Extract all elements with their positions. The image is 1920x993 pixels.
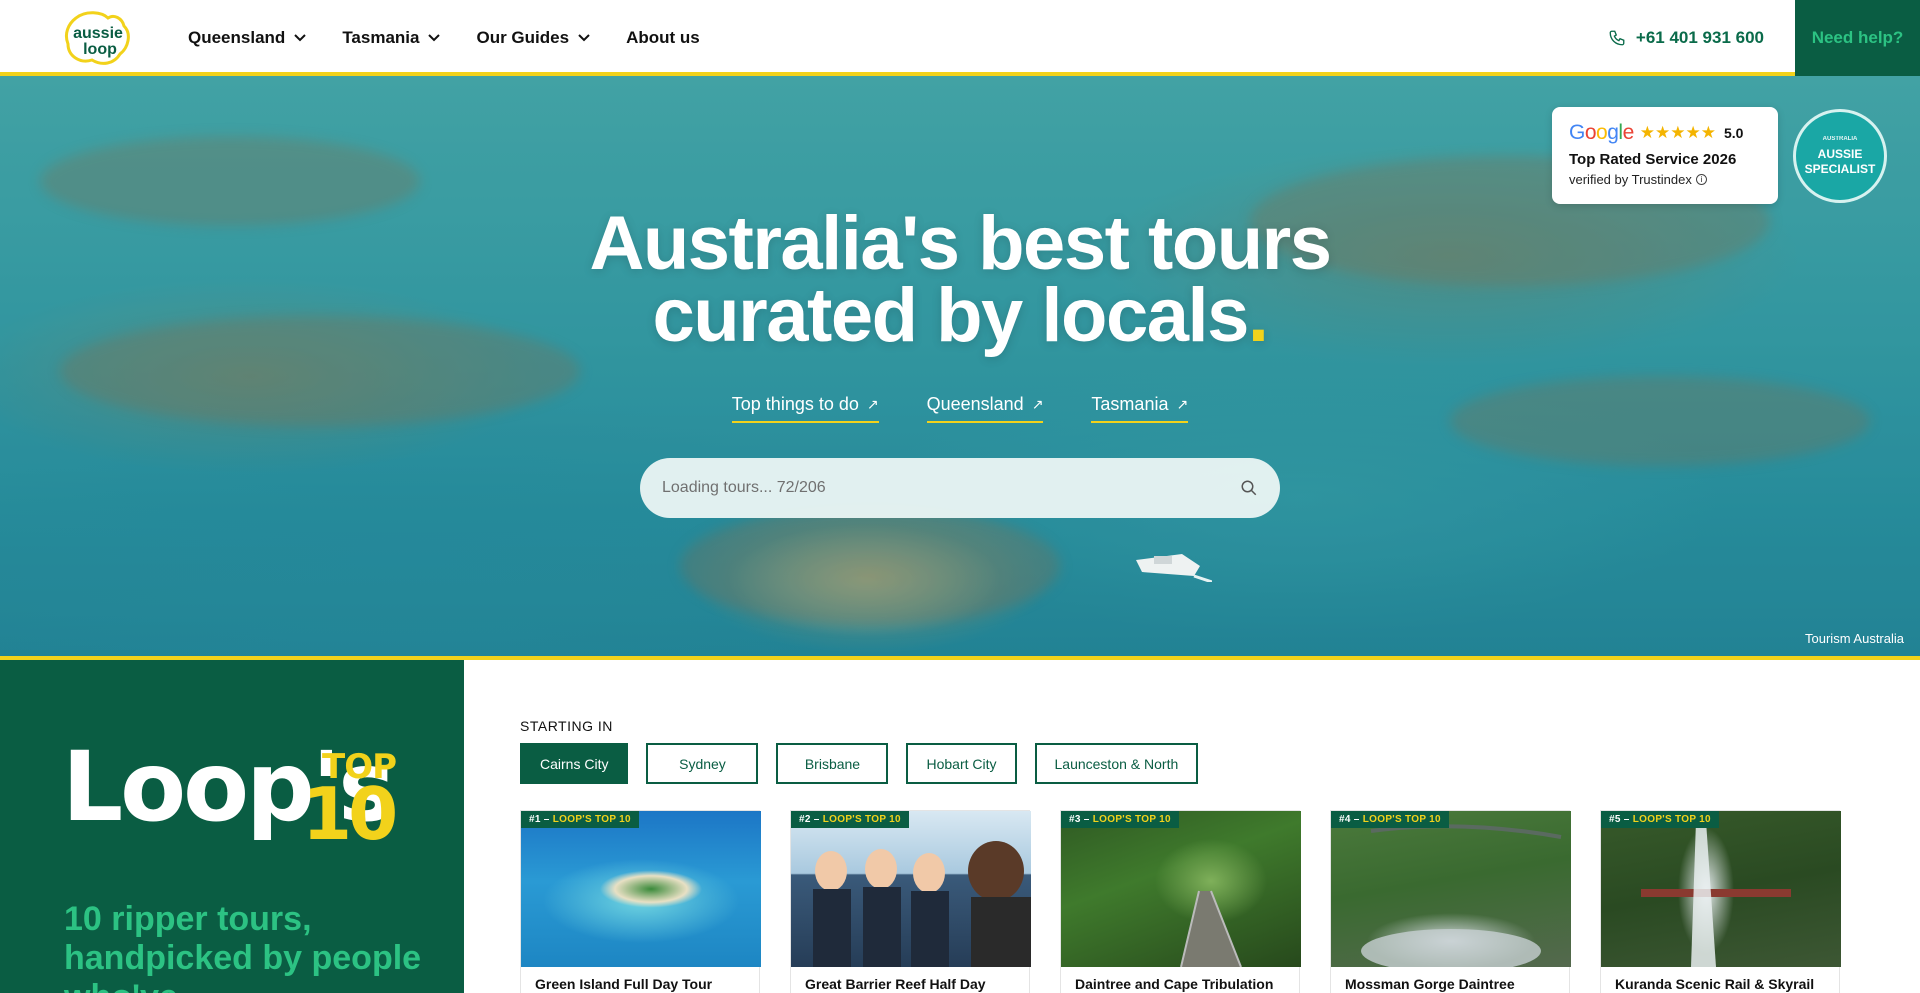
link-label: Top things to do — [731, 394, 859, 414]
rank-badge: #3 – LOOP'S TOP 10 — [1061, 811, 1179, 828]
badge-text: LOOP'S TOP 10 — [1362, 814, 1441, 825]
info-icon[interactable]: i — [1695, 174, 1707, 185]
badge-line2: SPECIALIST — [1804, 161, 1876, 176]
rank-badge: #1 – LOOP'S TOP 10 — [521, 811, 639, 828]
city-tab-cairns[interactable]: Cairns City — [520, 743, 629, 784]
search-icon[interactable] — [1240, 479, 1258, 497]
phone-link[interactable]: +61 401 931 600 — [1608, 0, 1764, 76]
nav-label: Tasmania — [342, 28, 420, 47]
city-filter-tabs: Cairns City Sydney Brisbane Hobart City … — [520, 743, 1216, 784]
verified-text: verified by Trustindex — [1569, 172, 1692, 187]
main-nav: Queensland Tasmania Our Guides About us — [188, 0, 736, 76]
city-tab-sydney[interactable]: Sydney — [646, 743, 759, 784]
google-logo: Google — [1569, 121, 1634, 144]
aussie-loop-logo[interactable]: aussie loop — [62, 8, 134, 70]
top10-tours-section: STARTING IN Cairns City Sydney Brisbane … — [464, 660, 1920, 993]
tour-title: Kuranda Scenic Rail & Skyrail — [1615, 976, 1815, 992]
photo-credit: Tourism Australia — [1805, 631, 1904, 646]
city-tab-brisbane[interactable]: Brisbane — [776, 743, 889, 784]
need-help-button[interactable]: Need help? — [1795, 0, 1920, 76]
tour-image: #1 – LOOP'S TOP 10 — [521, 811, 761, 967]
rank-badge: #5 – LOOP'S TOP 10 — [1601, 811, 1719, 828]
city-tab-hobart[interactable]: Hobart City — [906, 743, 1017, 784]
tour-image: #2 – LOOP'S TOP 10 — [791, 811, 1031, 967]
waterfall-train-illustration — [1641, 821, 1791, 967]
rating-score: 5.0 — [1723, 125, 1744, 141]
nav-label: Our Guides — [476, 28, 570, 47]
top10-heading: TOP 10 — [302, 750, 398, 856]
google-rating-widget[interactable]: Google ★★★★★ 5.0 Top Rated Service 2026 … — [1552, 107, 1778, 204]
link-label: Queensland — [926, 394, 1024, 414]
phone-number: +61 401 931 600 — [1635, 28, 1764, 47]
snorkelers-illustration — [813, 841, 1031, 967]
tour-title: Daintree and Cape Tribulation — [1075, 976, 1274, 992]
boardwalk-illustration — [1180, 890, 1242, 967]
arrow-up-right-icon: ↗ — [1031, 396, 1044, 412]
tour-card[interactable]: #3 – LOOP'S TOP 10 Daintree and Cape Tri… — [1060, 810, 1301, 993]
site-header: aussie loop Queensland Tasmania Our Guid… — [0, 0, 1920, 76]
hero-title-dot: . — [1247, 273, 1269, 358]
tour-image: #4 – LOOP'S TOP 10 — [1331, 811, 1571, 967]
nav-label: Queensland — [188, 28, 286, 47]
chevron-down-icon — [428, 34, 441, 42]
rank-badge: #4 – LOOP'S TOP 10 — [1331, 811, 1449, 828]
tour-title: Great Barrier Reef Half Day — [805, 976, 986, 992]
tour-search-box — [640, 458, 1280, 518]
rank-text: #1 – — [529, 814, 553, 825]
badge-text: LOOP'S TOP 10 — [552, 814, 631, 825]
city-tab-launceston[interactable]: Launceston & North — [1034, 743, 1199, 784]
hero-banner: Australia's best tours curated by locals… — [0, 76, 1920, 658]
arrow-up-right-icon: ↗ — [1176, 396, 1189, 412]
tour-card[interactable]: #2 – LOOP'S TOP 10 Great Barrier Reef Ha… — [790, 810, 1031, 993]
rank-text: #2 – — [799, 814, 823, 825]
nav-our-guides[interactable]: Our Guides — [476, 28, 590, 48]
tour-title: Mossman Gorge Daintree — [1345, 976, 1515, 992]
tour-image: #3 – LOOP'S TOP 10 — [1061, 811, 1301, 967]
arrow-up-right-icon: ↗ — [866, 396, 879, 412]
tour-cards: #1 – LOOP'S TOP 10 Green Island Full Day… — [520, 810, 1841, 993]
badge-line1: AUSSIE — [1817, 146, 1863, 161]
nav-about-us[interactable]: About us — [626, 28, 700, 48]
link-tasmania[interactable]: Tasmania ↗ — [1091, 394, 1189, 423]
tour-card[interactable]: #4 – LOOP'S TOP 10 Mossman Gorge Daintre… — [1330, 810, 1571, 993]
chevron-down-icon — [294, 34, 307, 42]
hero-title: Australia's best tours curated by locals… — [0, 206, 1920, 354]
bridge-illustration — [1361, 824, 1562, 967]
tour-search-input[interactable] — [662, 479, 1240, 497]
svg-text:aussie: aussie — [73, 25, 123, 42]
tour-image: #5 – LOOP'S TOP 10 — [1601, 811, 1841, 967]
ten-text: 10 — [302, 772, 398, 856]
top10-panel: Loop's TOP 10 10 ripper tours, handpicke… — [0, 660, 464, 993]
rating-row: Google ★★★★★ 5.0 — [1569, 121, 1761, 145]
rank-badge: #2 – LOOP'S TOP 10 — [791, 811, 909, 828]
badge-text: LOOP'S TOP 10 — [822, 814, 901, 825]
rank-text: #3 – — [1069, 814, 1093, 825]
nav-queensland[interactable]: Queensland — [188, 28, 307, 48]
tour-card[interactable]: #5 – LOOP'S TOP 10 Kuranda Scenic Rail &… — [1600, 810, 1841, 993]
nav-tasmania[interactable]: Tasmania — [342, 28, 441, 48]
rank-text: #5 – — [1609, 814, 1633, 825]
badge-text: LOOP'S TOP 10 — [1092, 814, 1171, 825]
rating-title: Top Rated Service 2026 — [1569, 151, 1737, 168]
nav-label: About us — [626, 28, 700, 47]
hero-quick-links: Top things to do ↗ Queensland ↗ Tasmania… — [0, 394, 1920, 423]
aussie-specialist-badge: AUSTRALIA AUSSIE SPECIALIST — [1793, 109, 1887, 203]
badge-text: LOOP'S TOP 10 — [1632, 814, 1711, 825]
top10-tagline: 10 ripper tours, handpicked by people wh… — [64, 900, 422, 993]
tour-card[interactable]: #1 – LOOP'S TOP 10 Green Island Full Day… — [520, 810, 761, 993]
boat-image — [1136, 554, 1212, 582]
rating-verified: verified by Trustindex i — [1569, 172, 1761, 187]
rank-text: #4 – — [1339, 814, 1363, 825]
tour-title: Green Island Full Day Tour — [535, 976, 713, 992]
link-top-things-to-do[interactable]: Top things to do ↗ — [731, 394, 879, 423]
svg-text:loop: loop — [83, 41, 117, 58]
link-queensland[interactable]: Queensland ↗ — [926, 394, 1044, 423]
star-rating-icon: ★★★★★ — [1639, 123, 1716, 142]
badge-small-text: AUSTRALIA — [1822, 135, 1858, 142]
starting-in-label: STARTING IN — [520, 718, 613, 734]
phone-icon — [1609, 30, 1625, 46]
chevron-down-icon — [578, 34, 590, 42]
link-label: Tasmania — [1091, 394, 1169, 414]
hero-title-line2: curated by locals — [652, 273, 1249, 358]
